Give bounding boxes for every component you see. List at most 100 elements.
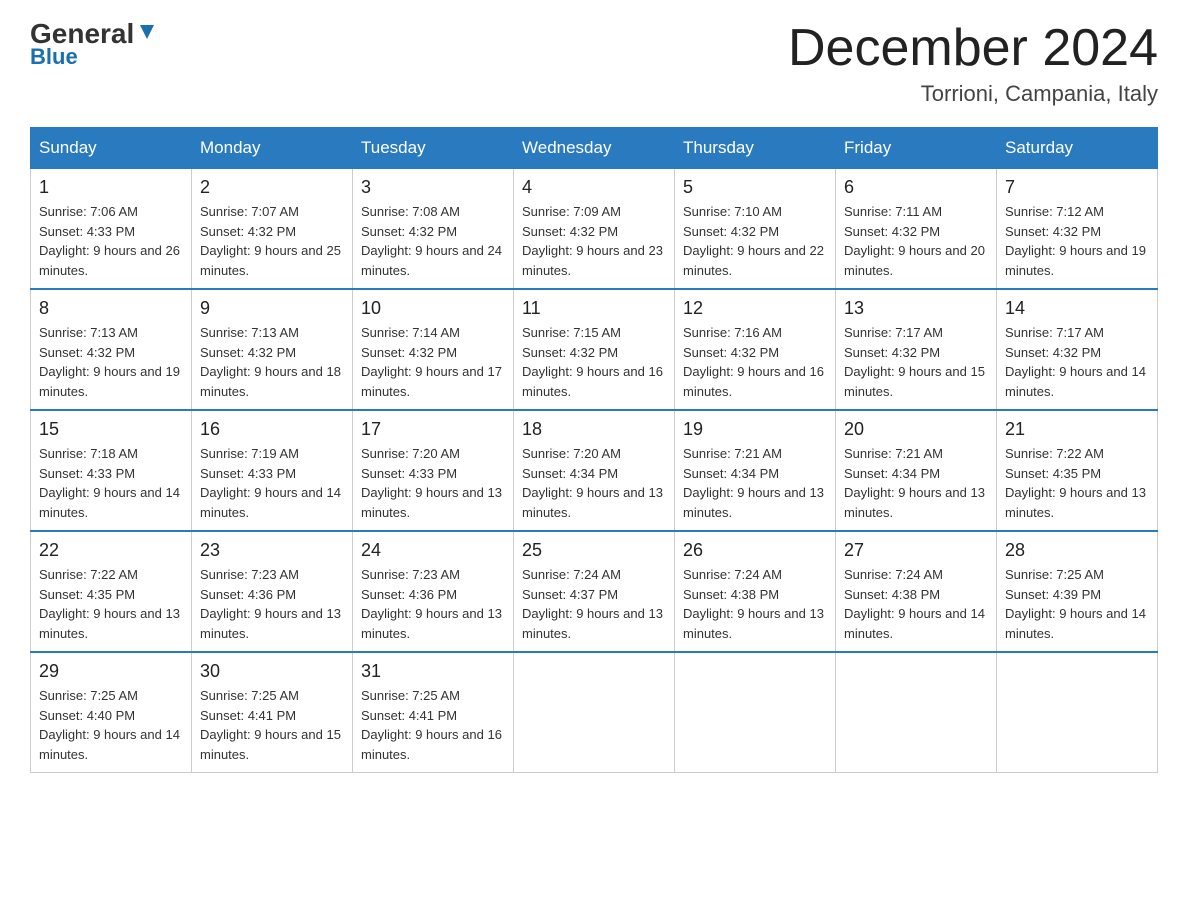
day-info: Sunrise: 7:21 AM Sunset: 4:34 PM Dayligh…	[844, 444, 988, 522]
calendar-body: 1 Sunrise: 7:06 AM Sunset: 4:33 PM Dayli…	[31, 169, 1158, 773]
day-number: 8	[39, 298, 183, 319]
calendar-table: Sunday Monday Tuesday Wednesday Thursday…	[30, 127, 1158, 773]
day-number: 12	[683, 298, 827, 319]
day-info: Sunrise: 7:20 AM Sunset: 4:33 PM Dayligh…	[361, 444, 505, 522]
day-info: Sunrise: 7:22 AM Sunset: 4:35 PM Dayligh…	[1005, 444, 1149, 522]
calendar-day-cell: 21 Sunrise: 7:22 AM Sunset: 4:35 PM Dayl…	[997, 410, 1158, 531]
calendar-day-cell: 16 Sunrise: 7:19 AM Sunset: 4:33 PM Dayl…	[192, 410, 353, 531]
calendar-day-cell: 24 Sunrise: 7:23 AM Sunset: 4:36 PM Dayl…	[353, 531, 514, 652]
day-number: 23	[200, 540, 344, 561]
calendar-week-row: 22 Sunrise: 7:22 AM Sunset: 4:35 PM Dayl…	[31, 531, 1158, 652]
col-thursday: Thursday	[675, 128, 836, 169]
calendar-day-cell: 28 Sunrise: 7:25 AM Sunset: 4:39 PM Dayl…	[997, 531, 1158, 652]
calendar-day-cell: 22 Sunrise: 7:22 AM Sunset: 4:35 PM Dayl…	[31, 531, 192, 652]
day-number: 17	[361, 419, 505, 440]
calendar-day-cell	[675, 652, 836, 773]
day-number: 2	[200, 177, 344, 198]
calendar-day-cell: 31 Sunrise: 7:25 AM Sunset: 4:41 PM Dayl…	[353, 652, 514, 773]
calendar-day-cell: 19 Sunrise: 7:21 AM Sunset: 4:34 PM Dayl…	[675, 410, 836, 531]
day-number: 9	[200, 298, 344, 319]
day-info: Sunrise: 7:06 AM Sunset: 4:33 PM Dayligh…	[39, 202, 183, 280]
day-info: Sunrise: 7:25 AM Sunset: 4:41 PM Dayligh…	[361, 686, 505, 764]
day-info: Sunrise: 7:11 AM Sunset: 4:32 PM Dayligh…	[844, 202, 988, 280]
calendar-day-cell: 30 Sunrise: 7:25 AM Sunset: 4:41 PM Dayl…	[192, 652, 353, 773]
day-number: 3	[361, 177, 505, 198]
day-info: Sunrise: 7:07 AM Sunset: 4:32 PM Dayligh…	[200, 202, 344, 280]
calendar-day-cell: 7 Sunrise: 7:12 AM Sunset: 4:32 PM Dayli…	[997, 169, 1158, 290]
day-info: Sunrise: 7:24 AM Sunset: 4:38 PM Dayligh…	[683, 565, 827, 643]
day-info: Sunrise: 7:21 AM Sunset: 4:34 PM Dayligh…	[683, 444, 827, 522]
day-number: 15	[39, 419, 183, 440]
day-number: 21	[1005, 419, 1149, 440]
col-monday: Monday	[192, 128, 353, 169]
day-info: Sunrise: 7:14 AM Sunset: 4:32 PM Dayligh…	[361, 323, 505, 401]
day-number: 14	[1005, 298, 1149, 319]
calendar-day-cell: 1 Sunrise: 7:06 AM Sunset: 4:33 PM Dayli…	[31, 169, 192, 290]
calendar-day-cell: 20 Sunrise: 7:21 AM Sunset: 4:34 PM Dayl…	[836, 410, 997, 531]
calendar-day-cell: 12 Sunrise: 7:16 AM Sunset: 4:32 PM Dayl…	[675, 289, 836, 410]
col-tuesday: Tuesday	[353, 128, 514, 169]
day-number: 31	[361, 661, 505, 682]
calendar-week-row: 1 Sunrise: 7:06 AM Sunset: 4:33 PM Dayli…	[31, 169, 1158, 290]
day-info: Sunrise: 7:19 AM Sunset: 4:33 PM Dayligh…	[200, 444, 344, 522]
logo: General Blue	[30, 20, 158, 70]
day-number: 24	[361, 540, 505, 561]
logo-arrow-icon	[136, 21, 158, 43]
day-info: Sunrise: 7:16 AM Sunset: 4:32 PM Dayligh…	[683, 323, 827, 401]
calendar-day-cell: 3 Sunrise: 7:08 AM Sunset: 4:32 PM Dayli…	[353, 169, 514, 290]
col-friday: Friday	[836, 128, 997, 169]
calendar-day-cell: 13 Sunrise: 7:17 AM Sunset: 4:32 PM Dayl…	[836, 289, 997, 410]
day-info: Sunrise: 7:18 AM Sunset: 4:33 PM Dayligh…	[39, 444, 183, 522]
day-number: 16	[200, 419, 344, 440]
day-info: Sunrise: 7:13 AM Sunset: 4:32 PM Dayligh…	[39, 323, 183, 401]
day-number: 5	[683, 177, 827, 198]
calendar-day-cell: 8 Sunrise: 7:13 AM Sunset: 4:32 PM Dayli…	[31, 289, 192, 410]
day-info: Sunrise: 7:23 AM Sunset: 4:36 PM Dayligh…	[361, 565, 505, 643]
day-number: 19	[683, 419, 827, 440]
day-number: 4	[522, 177, 666, 198]
day-number: 27	[844, 540, 988, 561]
day-info: Sunrise: 7:12 AM Sunset: 4:32 PM Dayligh…	[1005, 202, 1149, 280]
calendar-day-cell: 9 Sunrise: 7:13 AM Sunset: 4:32 PM Dayli…	[192, 289, 353, 410]
logo-blue-text: Blue	[30, 44, 78, 70]
calendar-day-cell: 11 Sunrise: 7:15 AM Sunset: 4:32 PM Dayl…	[514, 289, 675, 410]
calendar-day-cell	[514, 652, 675, 773]
day-info: Sunrise: 7:08 AM Sunset: 4:32 PM Dayligh…	[361, 202, 505, 280]
calendar-header: Sunday Monday Tuesday Wednesday Thursday…	[31, 128, 1158, 169]
day-info: Sunrise: 7:10 AM Sunset: 4:32 PM Dayligh…	[683, 202, 827, 280]
day-number: 6	[844, 177, 988, 198]
day-number: 25	[522, 540, 666, 561]
header-row: Sunday Monday Tuesday Wednesday Thursday…	[31, 128, 1158, 169]
day-number: 28	[1005, 540, 1149, 561]
page-header: General Blue December 2024 Torrioni, Cam…	[30, 20, 1158, 107]
day-number: 13	[844, 298, 988, 319]
calendar-day-cell: 17 Sunrise: 7:20 AM Sunset: 4:33 PM Dayl…	[353, 410, 514, 531]
calendar-week-row: 8 Sunrise: 7:13 AM Sunset: 4:32 PM Dayli…	[31, 289, 1158, 410]
calendar-day-cell: 4 Sunrise: 7:09 AM Sunset: 4:32 PM Dayli…	[514, 169, 675, 290]
calendar-day-cell: 6 Sunrise: 7:11 AM Sunset: 4:32 PM Dayli…	[836, 169, 997, 290]
day-info: Sunrise: 7:09 AM Sunset: 4:32 PM Dayligh…	[522, 202, 666, 280]
day-info: Sunrise: 7:17 AM Sunset: 4:32 PM Dayligh…	[844, 323, 988, 401]
calendar-day-cell: 10 Sunrise: 7:14 AM Sunset: 4:32 PM Dayl…	[353, 289, 514, 410]
location-subtitle: Torrioni, Campania, Italy	[788, 81, 1158, 107]
month-year-title: December 2024	[788, 20, 1158, 77]
day-info: Sunrise: 7:23 AM Sunset: 4:36 PM Dayligh…	[200, 565, 344, 643]
calendar-week-row: 29 Sunrise: 7:25 AM Sunset: 4:40 PM Dayl…	[31, 652, 1158, 773]
calendar-day-cell: 27 Sunrise: 7:24 AM Sunset: 4:38 PM Dayl…	[836, 531, 997, 652]
day-info: Sunrise: 7:13 AM Sunset: 4:32 PM Dayligh…	[200, 323, 344, 401]
col-saturday: Saturday	[997, 128, 1158, 169]
day-number: 20	[844, 419, 988, 440]
day-number: 7	[1005, 177, 1149, 198]
title-block: December 2024 Torrioni, Campania, Italy	[788, 20, 1158, 107]
day-info: Sunrise: 7:25 AM Sunset: 4:39 PM Dayligh…	[1005, 565, 1149, 643]
day-number: 18	[522, 419, 666, 440]
calendar-day-cell: 14 Sunrise: 7:17 AM Sunset: 4:32 PM Dayl…	[997, 289, 1158, 410]
calendar-day-cell: 25 Sunrise: 7:24 AM Sunset: 4:37 PM Dayl…	[514, 531, 675, 652]
col-sunday: Sunday	[31, 128, 192, 169]
day-info: Sunrise: 7:24 AM Sunset: 4:38 PM Dayligh…	[844, 565, 988, 643]
day-info: Sunrise: 7:17 AM Sunset: 4:32 PM Dayligh…	[1005, 323, 1149, 401]
day-number: 22	[39, 540, 183, 561]
calendar-day-cell: 26 Sunrise: 7:24 AM Sunset: 4:38 PM Dayl…	[675, 531, 836, 652]
calendar-day-cell: 2 Sunrise: 7:07 AM Sunset: 4:32 PM Dayli…	[192, 169, 353, 290]
day-info: Sunrise: 7:25 AM Sunset: 4:41 PM Dayligh…	[200, 686, 344, 764]
